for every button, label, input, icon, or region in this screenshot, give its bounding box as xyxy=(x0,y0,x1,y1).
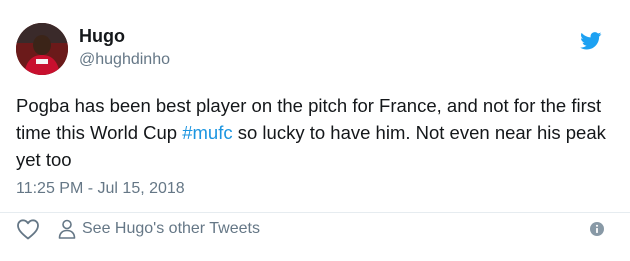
twitter-bird-icon[interactable] xyxy=(580,32,602,50)
embedded-tweet-card: Hugo @hughdinho Pogba has been best play… xyxy=(0,0,630,261)
tweet-text: Pogba has been best player on the pitch … xyxy=(16,92,616,173)
divider xyxy=(0,212,630,213)
avatar[interactable] xyxy=(16,23,68,75)
avatar-image xyxy=(16,23,68,75)
hashtag-link[interactable]: #mufc xyxy=(182,122,232,143)
info-icon[interactable] xyxy=(590,222,604,236)
see-other-tweets-link[interactable]: See Hugo's other Tweets xyxy=(58,219,260,239)
tweet-actions: See Hugo's other Tweets xyxy=(16,216,260,242)
tweet-timestamp[interactable]: 11:25 PM - Jul 15, 2018 xyxy=(16,178,185,200)
author-handle[interactable]: @hughdinho xyxy=(79,50,170,70)
author-name[interactable]: Hugo xyxy=(79,25,125,47)
heart-icon[interactable] xyxy=(16,218,40,240)
see-other-tweets-label: See Hugo's other Tweets xyxy=(82,220,260,237)
person-icon xyxy=(58,219,76,239)
